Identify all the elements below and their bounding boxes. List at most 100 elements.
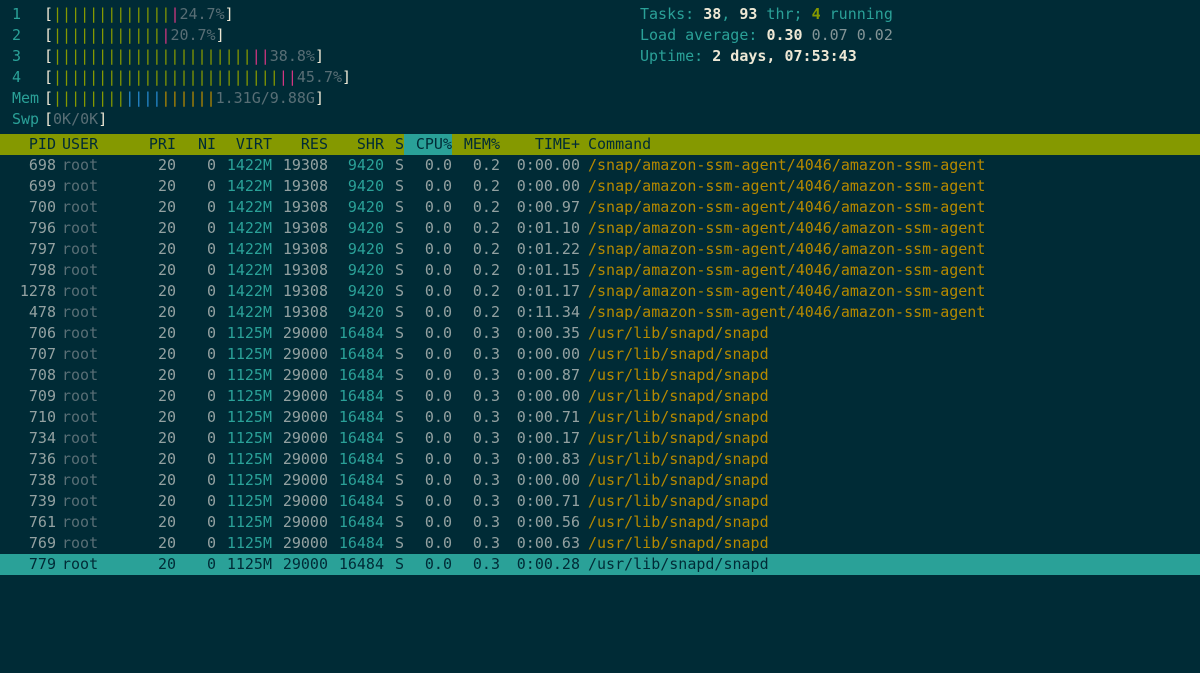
virt: 1422M xyxy=(216,218,272,239)
process-table-header[interactable]: PID USER PRI NI VIRT RES SHR S CPU% MEM%… xyxy=(0,134,1200,155)
res: 29000 xyxy=(272,554,328,575)
virt: 1125M xyxy=(216,344,272,365)
command: /snap/amazon-ssm-agent/4046/amazon-ssm-a… xyxy=(580,239,1200,260)
cpu: 0.0 xyxy=(404,260,452,281)
col-ni[interactable]: NI xyxy=(176,134,216,155)
user: root xyxy=(56,407,136,428)
user: root xyxy=(56,239,136,260)
ni: 0 xyxy=(176,365,216,386)
process-row[interactable]: 761root2001125M2900016484S0.00.30:00.56/… xyxy=(0,512,1200,533)
user: root xyxy=(56,323,136,344)
process-row[interactable]: 698root2001422M193089420S0.00.20:00.00/s… xyxy=(0,155,1200,176)
process-row[interactable]: 797root2001422M193089420S0.00.20:01.22/s… xyxy=(0,239,1200,260)
pri: 20 xyxy=(136,470,176,491)
user: root xyxy=(56,470,136,491)
virt: 1422M xyxy=(216,302,272,323)
state: S xyxy=(384,260,404,281)
col-pri[interactable]: PRI xyxy=(136,134,176,155)
pri: 20 xyxy=(136,323,176,344)
ni: 0 xyxy=(176,218,216,239)
pid: 769 xyxy=(0,533,56,554)
state: S xyxy=(384,344,404,365)
process-row[interactable]: 478root2001422M193089420S0.00.20:11.34/s… xyxy=(0,302,1200,323)
mem: 0.3 xyxy=(452,512,500,533)
pri: 20 xyxy=(136,176,176,197)
col-cpu[interactable]: CPU% xyxy=(404,134,452,155)
col-res[interactable]: RES xyxy=(272,134,328,155)
shr: 16484 xyxy=(328,554,384,575)
shr: 9420 xyxy=(328,176,384,197)
col-cmd[interactable]: Command xyxy=(580,134,1200,155)
time: 0:00.00 xyxy=(500,176,580,197)
command: /snap/amazon-ssm-agent/4046/amazon-ssm-a… xyxy=(580,218,1200,239)
col-mem[interactable]: MEM% xyxy=(452,134,500,155)
process-row[interactable]: 738root2001125M2900016484S0.00.30:00.00/… xyxy=(0,470,1200,491)
col-shr[interactable]: SHR xyxy=(328,134,384,155)
res: 29000 xyxy=(272,365,328,386)
process-row[interactable]: 706root2001125M2900016484S0.00.30:00.35/… xyxy=(0,323,1200,344)
ni: 0 xyxy=(176,512,216,533)
user: root xyxy=(56,365,136,386)
pid: 700 xyxy=(0,197,56,218)
mem: 0.3 xyxy=(452,554,500,575)
meter-area: 1 [|||||||||||||| 24.7%] 2 [||||||||||||… xyxy=(0,4,1200,130)
process-row[interactable]: 734root2001125M2900016484S0.00.30:00.17/… xyxy=(0,428,1200,449)
col-time[interactable]: TIME+ xyxy=(500,134,580,155)
ni: 0 xyxy=(176,260,216,281)
shr: 16484 xyxy=(328,344,384,365)
cpu: 0.0 xyxy=(404,176,452,197)
virt: 1125M xyxy=(216,449,272,470)
shr: 16484 xyxy=(328,407,384,428)
process-row[interactable]: 779root2001125M2900016484S0.00.30:00.28/… xyxy=(0,554,1200,575)
res: 29000 xyxy=(272,428,328,449)
virt: 1125M xyxy=(216,512,272,533)
command: /usr/lib/snapd/snapd xyxy=(580,407,1200,428)
tasks-count: 38 xyxy=(703,4,721,25)
pid: 709 xyxy=(0,386,56,407)
pri: 20 xyxy=(136,344,176,365)
pid: 478 xyxy=(0,302,56,323)
col-virt[interactable]: VIRT xyxy=(216,134,272,155)
command: /snap/amazon-ssm-agent/4046/amazon-ssm-a… xyxy=(580,176,1200,197)
col-s[interactable]: S xyxy=(384,134,404,155)
cpu: 0.0 xyxy=(404,281,452,302)
time: 0:00.00 xyxy=(500,386,580,407)
process-row[interactable]: 708root2001125M2900016484S0.00.30:00.87/… xyxy=(0,365,1200,386)
col-pid[interactable]: PID xyxy=(0,134,56,155)
process-row[interactable]: 699root2001422M193089420S0.00.20:00.00/s… xyxy=(0,176,1200,197)
process-row[interactable]: 710root2001125M2900016484S0.00.30:00.71/… xyxy=(0,407,1200,428)
process-row[interactable]: 1278root2001422M193089420S0.00.20:01.17/… xyxy=(0,281,1200,302)
user: root xyxy=(56,344,136,365)
process-list[interactable]: 698root2001422M193089420S0.00.20:00.00/s… xyxy=(0,155,1200,575)
process-row[interactable]: 707root2001125M2900016484S0.00.30:00.00/… xyxy=(0,344,1200,365)
user: root xyxy=(56,512,136,533)
mem: 0.3 xyxy=(452,323,500,344)
virt: 1422M xyxy=(216,239,272,260)
load-1m: 0.30 xyxy=(766,25,802,46)
process-row[interactable]: 798root2001422M193089420S0.00.20:01.15/s… xyxy=(0,260,1200,281)
state: S xyxy=(384,155,404,176)
cpu: 0.0 xyxy=(404,428,452,449)
process-row[interactable]: 769root2001125M2900016484S0.00.30:00.63/… xyxy=(0,533,1200,554)
col-user[interactable]: USER xyxy=(56,134,136,155)
process-row[interactable]: 739root2001125M2900016484S0.00.30:00.71/… xyxy=(0,491,1200,512)
shr: 16484 xyxy=(328,386,384,407)
res: 19308 xyxy=(272,155,328,176)
pid: 738 xyxy=(0,470,56,491)
command: /usr/lib/snapd/snapd xyxy=(580,344,1200,365)
command: /snap/amazon-ssm-agent/4046/amazon-ssm-a… xyxy=(580,155,1200,176)
mem: 0.2 xyxy=(452,281,500,302)
mem: 0.2 xyxy=(452,176,500,197)
user: root xyxy=(56,449,136,470)
process-row[interactable]: 736root2001125M2900016484S0.00.30:00.83/… xyxy=(0,449,1200,470)
process-row[interactable]: 700root2001422M193089420S0.00.20:00.97/s… xyxy=(0,197,1200,218)
cpu: 0.0 xyxy=(404,554,452,575)
process-row[interactable]: 709root2001125M2900016484S0.00.30:00.00/… xyxy=(0,386,1200,407)
process-row[interactable]: 796root2001422M193089420S0.00.20:01.10/s… xyxy=(0,218,1200,239)
time: 0:00.00 xyxy=(500,344,580,365)
state: S xyxy=(384,407,404,428)
res: 19308 xyxy=(272,281,328,302)
mem: 0.3 xyxy=(452,491,500,512)
user: root xyxy=(56,155,136,176)
pri: 20 xyxy=(136,386,176,407)
